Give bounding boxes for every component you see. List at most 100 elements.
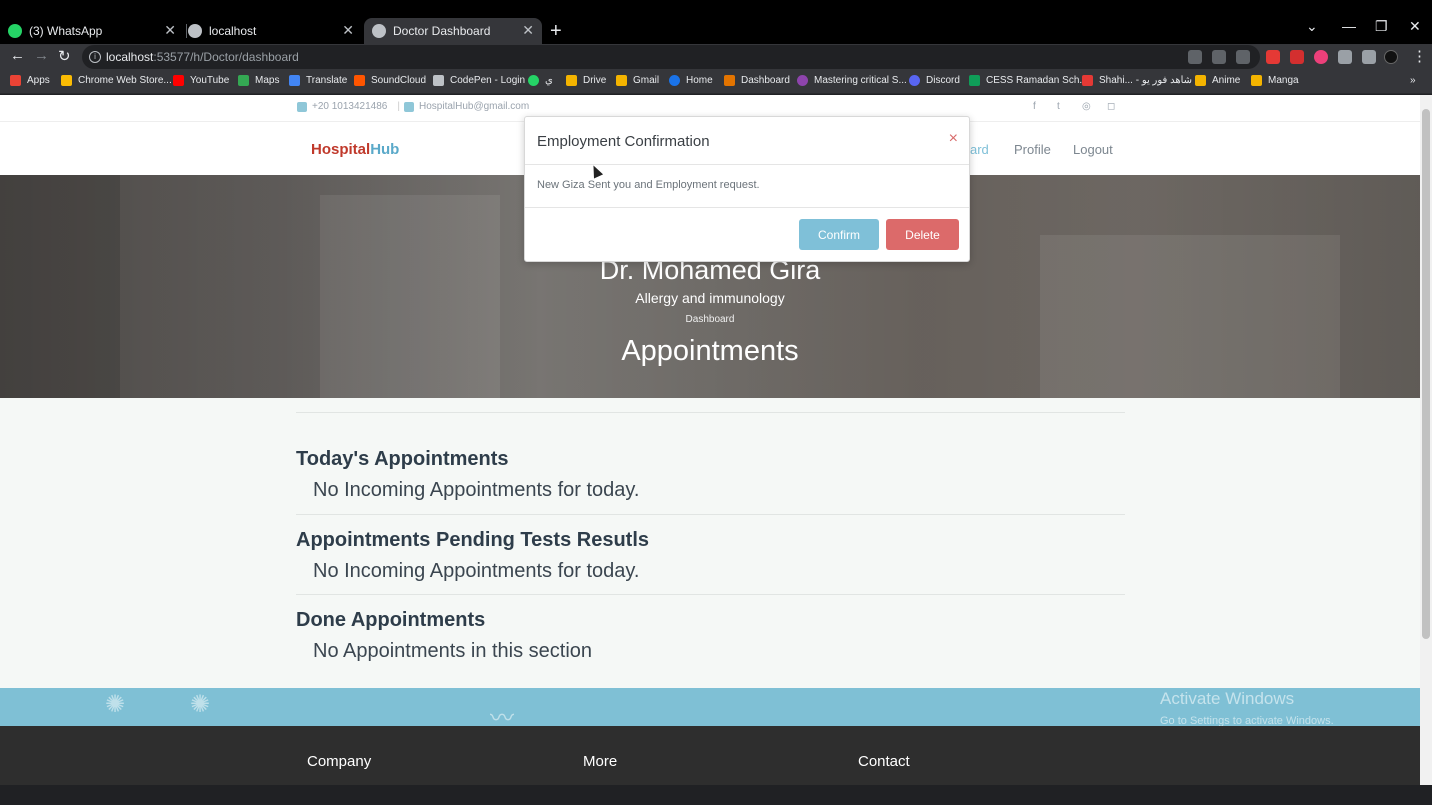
forward-icon[interactable]: → — [34, 47, 49, 64]
done-appointments-heading: Done Appointments — [296, 609, 486, 631]
share-icon[interactable] — [1212, 50, 1226, 64]
side-panel-icon[interactable] — [1362, 50, 1376, 64]
url-path: :53577/h/Doctor/dashboard — [153, 50, 299, 64]
nav-profile[interactable]: Profile — [1014, 142, 1051, 157]
minimize-icon[interactable]: — — [1342, 18, 1356, 34]
reload-icon[interactable]: ↻ — [58, 47, 71, 65]
bookmark-star-icon[interactable] — [1236, 50, 1250, 64]
menu-dots-icon[interactable]: ⋮ — [1412, 47, 1427, 65]
profile-avatar[interactable] — [1384, 50, 1398, 64]
page-title: Appointments — [621, 335, 799, 367]
close-window-icon[interactable]: ✕ — [1409, 18, 1421, 35]
nav-logout[interactable]: Logout — [1073, 142, 1113, 157]
modal-title: Employment Confirmation — [537, 133, 710, 150]
bookmark-gmail[interactable]: Gmail — [616, 75, 659, 86]
key-icon[interactable] — [1188, 50, 1202, 64]
browser-toolbar: ← → ↻ i localhost:53577/h/Doctor/dashboa… — [0, 44, 1432, 70]
modal-message: New Giza Sent you and Employment request… — [537, 179, 760, 191]
tab-localhost[interactable]: localhost ✕ — [188, 18, 362, 44]
adblock-extension-icon[interactable] — [1266, 50, 1280, 64]
dashboard-icon — [724, 75, 735, 86]
appointments-content: Today's Appointments No Incoming Appoint… — [0, 398, 1420, 688]
folder-icon — [1195, 75, 1206, 86]
bookmark-cess[interactable]: CESS Ramadan Sch... — [969, 75, 1088, 86]
close-tab-icon[interactable]: ✕ — [164, 22, 176, 39]
folder-icon — [1251, 75, 1262, 86]
globe-icon — [188, 24, 202, 38]
site-logo[interactable]: HospitalHub — [311, 141, 399, 158]
whatsapp-icon — [8, 24, 22, 38]
folder-icon — [566, 75, 577, 86]
url-host: localhost — [106, 50, 154, 64]
confirm-button[interactable]: Confirm — [799, 219, 879, 250]
more-bookmarks-icon[interactable]: » — [1410, 75, 1416, 86]
bookmark-discord[interactable]: Discord — [909, 75, 960, 86]
pending-tests-heading: Appointments Pending Tests Resutls — [296, 529, 649, 551]
bookmark-codepen[interactable]: CodePen - Login — [433, 75, 525, 86]
tab-doctor-dashboard[interactable]: Doctor Dashboard ✕ — [364, 18, 542, 44]
site-info-icon[interactable]: i — [89, 51, 101, 63]
bookmark-apps[interactable]: Apps — [10, 75, 50, 86]
bookmark-chrome-web-store[interactable]: Chrome Web Store... — [61, 75, 172, 86]
address-bar[interactable]: i localhost:53577/h/Doctor/dashboard — [82, 45, 1260, 69]
breadcrumb[interactable]: Dashboard — [0, 314, 1420, 325]
close-icon[interactable]: × — [949, 130, 958, 148]
bookmark-mastering[interactable]: Mastering critical S... — [797, 75, 907, 86]
twitter-icon[interactable]: t — [1057, 101, 1060, 112]
course-icon — [797, 75, 808, 86]
restore-icon[interactable]: ❐ — [1375, 18, 1388, 35]
virus-icon: ✺ — [105, 691, 126, 718]
instagram-icon[interactable]: ◻ — [1107, 101, 1115, 112]
scrollbar-thumb[interactable] — [1422, 109, 1430, 639]
todays-appointments-empty: No Incoming Appointments for today. — [313, 479, 640, 501]
bookmark-translate[interactable]: Translate — [289, 75, 347, 86]
browser-tab-bar: (3) WhatsApp ✕ localhost ✕ Doctor Dashbo… — [0, 0, 1432, 44]
todays-appointments-heading: Today's Appointments — [296, 448, 509, 470]
phone-icon — [297, 101, 307, 112]
close-tab-icon[interactable]: ✕ — [342, 22, 354, 39]
bookmark-manga[interactable]: Manga — [1251, 75, 1299, 86]
bookmark-home[interactable]: Home — [669, 75, 713, 86]
bookmark-youtube[interactable]: YouTube — [173, 75, 229, 86]
extensions-puzzle-icon[interactable] — [1338, 50, 1352, 64]
bookmark-drive[interactable]: Drive — [566, 75, 606, 86]
tab-whatsapp[interactable]: (3) WhatsApp ✕ — [8, 18, 184, 44]
site-footer: Company More Contact — [0, 726, 1420, 785]
web-store-icon — [61, 75, 72, 86]
tab-label: localhost — [209, 24, 257, 38]
discord-icon — [909, 75, 920, 86]
tab-label: Doctor Dashboard — [393, 24, 491, 38]
bookmark-maps[interactable]: Maps — [238, 75, 279, 86]
mail-icon — [404, 101, 414, 112]
tab-search-icon[interactable]: ⌄ — [1306, 18, 1318, 35]
bookmark-anime[interactable]: Anime — [1195, 75, 1240, 86]
extension-icon[interactable] — [1314, 50, 1328, 64]
home-icon — [669, 75, 680, 86]
globe-icon — [372, 24, 386, 38]
email-contact[interactable]: HospitalHub@gmail.com — [404, 101, 529, 112]
page-scrollbar[interactable] — [1420, 95, 1432, 785]
folder-icon — [616, 75, 627, 86]
pdf-extension-icon[interactable] — [1290, 50, 1304, 64]
dribbble-icon[interactable]: ◎ — [1082, 101, 1091, 112]
soundcloud-icon — [354, 75, 365, 86]
bookmark-whatsapp[interactable]: ي — [528, 75, 553, 86]
bookmark-dashboard[interactable]: Dashboard — [724, 75, 790, 86]
taskbar-strip — [0, 785, 1432, 805]
sheets-icon — [969, 75, 980, 86]
delete-button[interactable]: Delete — [886, 219, 959, 250]
close-tab-icon[interactable]: ✕ — [522, 22, 534, 39]
activate-windows-title: Activate Windows — [1160, 689, 1295, 708]
shahid-icon — [1082, 75, 1093, 86]
bookmark-soundcloud[interactable]: SoundCloud — [354, 75, 426, 86]
web-page: +20 1013421486 | HospitalHub@gmail.com f… — [0, 95, 1420, 785]
back-icon[interactable]: ← — [10, 47, 25, 64]
new-tab-button[interactable]: + — [550, 20, 562, 43]
nav-dashboard[interactable]: ard — [970, 142, 989, 157]
whatsapp-icon — [528, 75, 539, 86]
heartbeat-icon: 〰 — [490, 705, 514, 726]
bookmark-shahid[interactable]: Shahi... - شاهد فور يو — [1082, 75, 1192, 86]
facebook-icon[interactable]: f — [1033, 101, 1036, 112]
virus-icon: ✺ — [190, 691, 211, 718]
phone-contact: +20 1013421486 | — [297, 101, 400, 112]
